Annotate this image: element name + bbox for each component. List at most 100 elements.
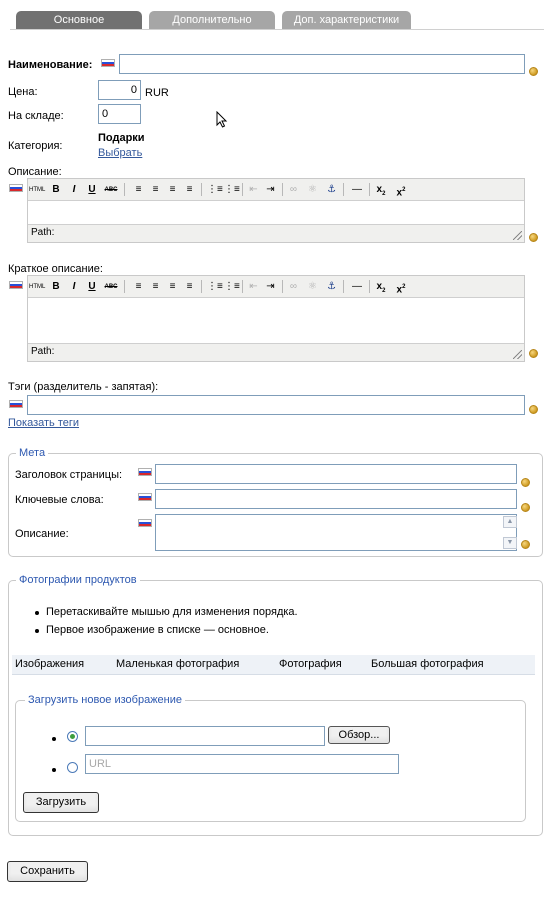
anchor-icon[interactable]: ⚓: [325, 280, 338, 294]
tab-extra-characteristics[interactable]: Доп. характеристики: [282, 11, 411, 29]
upload-file-input[interactable]: [85, 726, 325, 746]
toolbar-separator: [369, 280, 370, 293]
flag-ru-icon: [9, 281, 23, 289]
path-label: Path:: [31, 227, 55, 238]
description-label: Описание:: [8, 166, 62, 178]
short-description-editor: HTML B I U ABC ≡ ≡ ≡ ≡ ⋮≡ ⋮≡ ⇤ ⇥ ∞ ⚛ ⚓ —…: [27, 275, 525, 362]
numbered-list-icon[interactable]: ⋮≡: [224, 280, 240, 294]
translate-coin-icon[interactable]: [521, 540, 530, 549]
meta-page-title-input[interactable]: [155, 464, 517, 484]
translate-coin-icon[interactable]: [521, 503, 530, 512]
hint-bullet: [35, 629, 39, 633]
strikethrough-button[interactable]: ABC: [103, 280, 119, 294]
flag-ru-icon: [9, 400, 23, 408]
align-left-icon[interactable]: ≡: [132, 280, 145, 294]
tab-additional[interactable]: Дополнительно: [149, 11, 275, 29]
translate-coin-icon[interactable]: [529, 67, 538, 76]
italic-button[interactable]: I: [68, 183, 80, 197]
subscript-icon[interactable]: x2: [374, 280, 388, 294]
link-icon[interactable]: ∞: [287, 183, 300, 197]
flag-ru-icon: [9, 184, 23, 192]
option-bullet: [52, 768, 56, 772]
bold-button[interactable]: B: [50, 280, 62, 294]
html-button[interactable]: HTML: [29, 280, 45, 294]
toolbar-separator: [282, 280, 283, 293]
toolbar-separator: [201, 280, 202, 293]
show-tags-link[interactable]: Показать теги: [8, 417, 79, 429]
outdent-icon[interactable]: ⇤: [247, 280, 260, 294]
underline-button[interactable]: U: [86, 280, 98, 294]
align-right-icon[interactable]: ≡: [166, 183, 179, 197]
indent-icon[interactable]: ⇥: [264, 183, 277, 197]
toolbar-separator: [124, 280, 125, 293]
hint-reorder: Перетаскивайте мышью для изменения поряд…: [46, 606, 298, 618]
category-choose-link[interactable]: Выбрать: [98, 147, 142, 159]
scroll-down-icon[interactable]: ▼: [503, 537, 517, 549]
align-center-icon[interactable]: ≡: [149, 183, 162, 197]
translate-coin-icon[interactable]: [529, 405, 538, 414]
translate-coin-icon[interactable]: [521, 478, 530, 487]
resize-handle-icon[interactable]: [513, 350, 522, 359]
bullet-list-icon[interactable]: ⋮≡: [207, 183, 223, 197]
indent-icon[interactable]: ⇥: [264, 280, 277, 294]
name-input[interactable]: [119, 54, 525, 74]
meta-legend: Мета: [16, 447, 49, 459]
subscript-icon[interactable]: x2: [374, 183, 388, 197]
browse-button[interactable]: Обзор...: [328, 726, 390, 744]
anchor-icon[interactable]: ⚓: [325, 183, 338, 197]
numbered-list-icon[interactable]: ⋮≡: [224, 183, 240, 197]
tags-input[interactable]: [27, 395, 525, 415]
column-header-images: Изображения: [15, 658, 85, 670]
tab-divider: [10, 29, 544, 30]
bold-button[interactable]: B: [50, 183, 62, 197]
meta-keywords-input[interactable]: [155, 489, 517, 509]
horizontal-rule-icon[interactable]: —: [349, 280, 365, 294]
stock-label: На складе:: [8, 110, 64, 122]
mouse-cursor-icon: [216, 111, 228, 128]
underline-button[interactable]: U: [86, 183, 98, 197]
save-button[interactable]: Сохранить: [7, 861, 88, 882]
resize-handle-icon[interactable]: [513, 231, 522, 240]
strikethrough-button[interactable]: ABC: [103, 183, 119, 197]
scroll-up-icon[interactable]: ▲: [503, 516, 517, 528]
align-justify-icon[interactable]: ≡: [183, 183, 196, 197]
price-input[interactable]: 0: [98, 80, 141, 100]
superscript-icon[interactable]: x2: [394, 280, 408, 295]
align-center-icon[interactable]: ≡: [149, 280, 162, 294]
unlink-icon[interactable]: ⚛: [306, 280, 319, 294]
upload-url-input[interactable]: URL: [85, 754, 399, 774]
hint-first-main: Первое изображение в списке — основное.: [46, 624, 269, 636]
align-right-icon[interactable]: ≡: [166, 280, 179, 294]
translate-coin-icon[interactable]: [529, 233, 538, 242]
unlink-icon[interactable]: ⚛: [306, 183, 319, 197]
flag-ru-icon: [138, 493, 152, 501]
align-justify-icon[interactable]: ≡: [183, 280, 196, 294]
horizontal-rule-icon[interactable]: —: [349, 183, 365, 197]
html-button[interactable]: HTML: [29, 183, 45, 197]
flag-ru-icon: [138, 519, 152, 527]
short-description-textarea[interactable]: [28, 298, 524, 344]
toolbar-separator: [124, 183, 125, 196]
upload-url-radio[interactable]: [67, 762, 78, 773]
description-textarea[interactable]: [28, 201, 524, 225]
stock-input[interactable]: 0: [98, 104, 141, 124]
price-label: Цена:: [8, 86, 38, 98]
name-label: Наименование:: [8, 59, 93, 71]
translate-coin-icon[interactable]: [529, 349, 538, 358]
tags-label: Тэги (разделитель - запятая):: [8, 381, 159, 393]
upload-file-radio[interactable]: [67, 731, 78, 742]
meta-description-textarea[interactable]: [155, 514, 517, 551]
currency-label: RUR: [145, 87, 169, 99]
upload-button[interactable]: Загрузить: [23, 792, 99, 813]
tab-main[interactable]: Основное: [16, 11, 142, 29]
bullet-list-icon[interactable]: ⋮≡: [207, 280, 223, 294]
superscript-icon[interactable]: x2: [394, 183, 408, 198]
link-icon[interactable]: ∞: [287, 280, 300, 294]
outdent-icon[interactable]: ⇤: [247, 183, 260, 197]
flag-ru-icon: [138, 468, 152, 476]
meta-description-label: Описание:: [15, 528, 69, 540]
italic-button[interactable]: I: [68, 280, 80, 294]
align-left-icon[interactable]: ≡: [132, 183, 145, 197]
flag-ru-icon: [101, 59, 115, 67]
toolbar-separator: [343, 183, 344, 196]
